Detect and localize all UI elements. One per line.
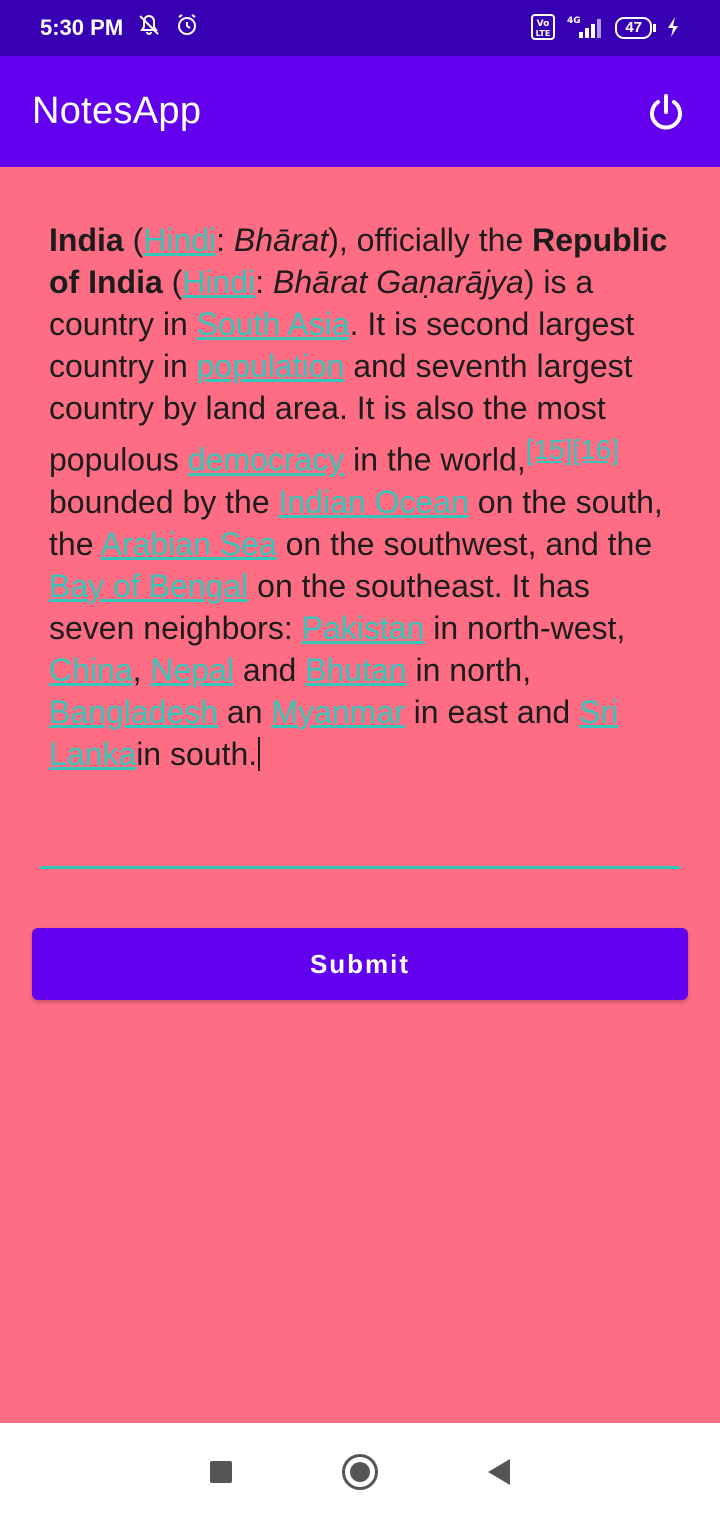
app-bar: NotesApp [0,56,720,167]
svg-text:Vo: Vo [537,19,550,29]
text-span: ( [123,222,144,258]
text-span: ( [162,264,183,300]
square-icon[interactable] [210,1460,232,1483]
link-hindi[interactable]: Hindi [182,264,255,300]
text-span: bounded by the [49,483,279,520]
text-span: in south. [136,735,258,772]
text-span: in the world, [344,441,526,478]
text-span: and [234,651,306,688]
content-area: India (Hindi: Bhārat), officially the Re… [0,167,720,1423]
link-indian-ocean[interactable]: Indian Ocean [279,484,469,520]
text-cursor [258,736,261,771]
svg-text:4G: 4G [567,16,581,26]
text-span: : [216,222,234,258]
text-span: in north, [406,651,532,688]
link-nepal[interactable]: Nepal [150,652,234,688]
link-bay-of-bengal[interactable]: Bay of Bengal [49,568,248,604]
status-bar: 5:30 PM Vo LTE 4G 47 [0,0,720,56]
text-span: , [132,651,151,688]
mute-bell-icon [137,13,161,43]
text-span: ), officially the [328,222,533,258]
text-span: an [218,693,272,730]
triangle-back-icon[interactable] [488,1458,510,1485]
alarm-icon [175,13,199,43]
volte-icon: Vo LTE [531,13,556,43]
link-population[interactable]: population [197,348,345,384]
app-title: NotesApp [32,90,202,132]
circle-home-icon[interactable] [342,1453,378,1490]
link-democracy[interactable]: democracy [188,442,345,478]
bold-india: India [49,222,124,258]
italic-ganarajya: Bhārat Gaṇarājya [273,264,524,300]
italic-bharat: Bhārat [233,222,329,258]
note-text-field[interactable]: India (Hindi: Bhārat), officially the Re… [40,219,680,775]
battery-icon: 47 [615,17,656,39]
battery-level: 47 [625,19,642,36]
text-span: on the southwest, and the [276,525,653,562]
link-reference[interactable]: [15][16] [526,434,619,465]
text-span: in north-west, [424,609,626,646]
status-time: 5:30 PM [40,15,124,40]
power-icon[interactable] [644,90,688,134]
link-hindi[interactable]: Hindi [143,222,216,258]
link-china[interactable]: China [49,652,133,688]
link-arabian-sea[interactable]: Arabian Sea [101,526,277,562]
link-myanmar[interactable]: Myanmar [271,694,404,730]
text-span: : [255,264,274,300]
charging-icon [666,16,680,41]
signal-icon: 4G [565,14,605,43]
link-bangladesh[interactable]: Bangladesh [49,694,218,730]
navigation-bar [0,1423,720,1520]
svg-text:LTE: LTE [536,29,551,38]
submit-button[interactable]: Submit [32,928,688,1000]
link-south-asia[interactable]: South Asia [197,306,350,342]
link-pakistan[interactable]: Pakistan [302,610,425,646]
link-bhutan[interactable]: Bhutan [305,652,406,688]
field-underline [40,866,680,869]
text-span: in east and [404,693,580,730]
